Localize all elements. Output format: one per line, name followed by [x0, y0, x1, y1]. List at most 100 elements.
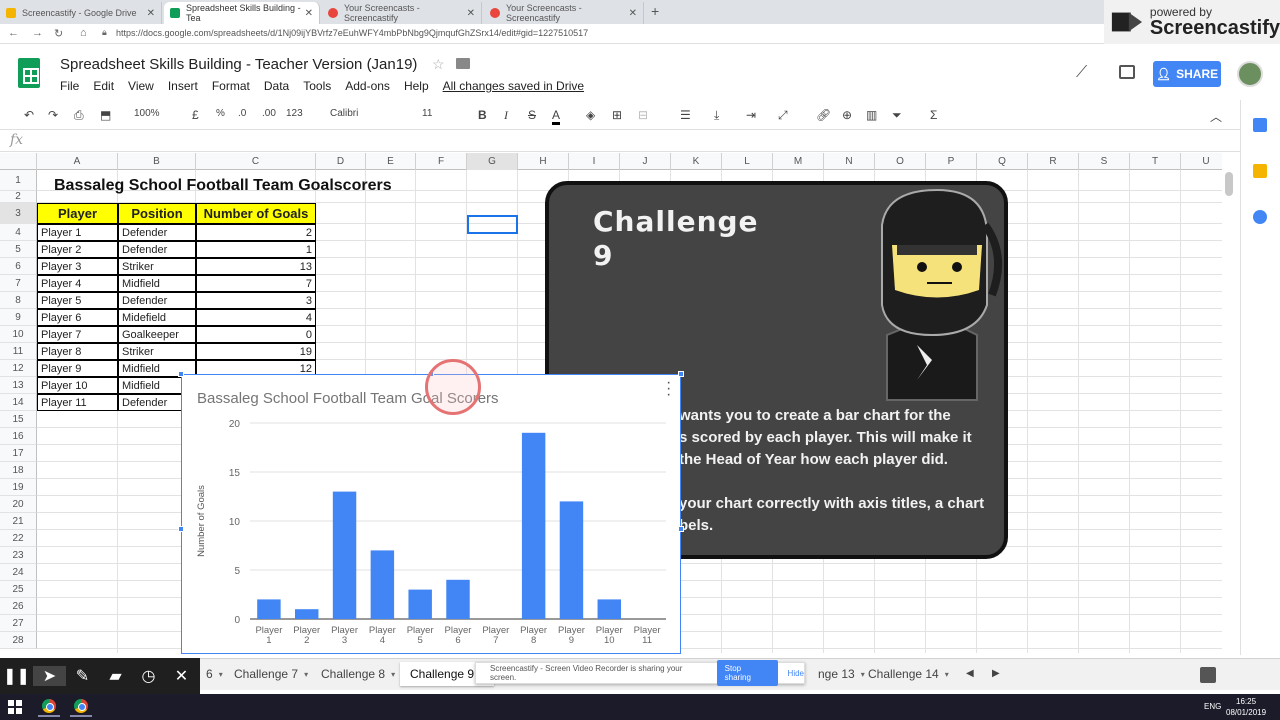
column-header[interactable]: F: [416, 153, 467, 170]
row-header[interactable]: 12: [0, 360, 37, 377]
row-header[interactable]: 26: [0, 598, 37, 615]
cell[interactable]: Player 3: [37, 258, 118, 275]
pen-tool-icon[interactable]: ✎: [66, 666, 99, 686]
cell[interactable]: Player 5: [37, 292, 118, 309]
column-header[interactable]: O: [875, 153, 926, 170]
row-header[interactable]: 10: [0, 326, 37, 343]
stop-sharing-button[interactable]: Stop sharing: [716, 660, 778, 686]
percent-format-button[interactable]: %: [216, 108, 225, 119]
reload-icon[interactable]: ↻: [54, 27, 63, 40]
keep-icon[interactable]: [1253, 164, 1267, 178]
row-header[interactable]: 13: [0, 377, 37, 394]
cell[interactable]: Position: [118, 203, 196, 224]
cell[interactable]: 1: [196, 241, 316, 258]
column-header[interactable]: B: [118, 153, 196, 170]
cell[interactable]: 7: [196, 275, 316, 292]
avatar[interactable]: [1237, 61, 1263, 87]
row-header[interactable]: 14: [0, 394, 37, 411]
language-indicator[interactable]: ENG: [1204, 702, 1221, 711]
cell[interactable]: 2: [196, 224, 316, 241]
redo-icon[interactable]: ↷: [48, 108, 58, 122]
vertical-align-icon[interactable]: ⤓: [714, 108, 719, 123]
italic-icon[interactable]: I: [504, 108, 508, 123]
fill-color-icon[interactable]: ◈: [586, 108, 595, 122]
scroll-tabs-left-icon[interactable]: ◀: [966, 668, 974, 679]
cell[interactable]: Player 4: [37, 275, 118, 292]
filter-icon[interactable]: ⏷: [892, 108, 902, 123]
browser-tab[interactable]: Your Screencasts - Screencastify ✕: [322, 2, 482, 24]
cell[interactable]: Striker: [118, 258, 196, 275]
column-header[interactable]: N: [824, 153, 875, 170]
chart-icon[interactable]: ▥: [866, 108, 877, 122]
column-header[interactable]: Q: [977, 153, 1028, 170]
column-header[interactable]: U: [1181, 153, 1222, 170]
row-header[interactable]: 6: [0, 258, 37, 275]
column-header[interactable]: M: [773, 153, 824, 170]
comment-icon[interactable]: ⊕: [842, 108, 852, 122]
close-icon[interactable]: ✕: [147, 8, 155, 19]
column-header[interactable]: D: [316, 153, 366, 170]
menu-file[interactable]: File: [60, 79, 79, 93]
new-tab-icon[interactable]: +: [651, 3, 659, 19]
row-header[interactable]: 25: [0, 581, 37, 598]
sheets-logo-icon[interactable]: [18, 58, 40, 88]
menu-addons[interactable]: Add-ons: [345, 79, 390, 93]
paint-format-icon[interactable]: ⬒: [100, 108, 111, 122]
cursor-tool-icon[interactable]: ➤: [33, 666, 66, 686]
cell[interactable]: Defender: [118, 224, 196, 241]
increase-decimal-button[interactable]: .00: [262, 108, 276, 119]
row-header[interactable]: 9: [0, 309, 37, 326]
menu-data[interactable]: Data: [264, 79, 289, 93]
timer-icon[interactable]: ◷: [132, 666, 165, 686]
back-icon[interactable]: ←: [8, 27, 19, 39]
sheet-tab[interactable]: Challenge 14 ▾: [858, 662, 959, 686]
cell[interactable]: 0: [196, 326, 316, 343]
column-header[interactable]: L: [722, 153, 773, 170]
row-header[interactable]: 16: [0, 428, 37, 445]
row-header[interactable]: 7: [0, 275, 37, 292]
row-header[interactable]: 22: [0, 530, 37, 547]
column-header[interactable]: C: [196, 153, 316, 170]
more-formats-button[interactable]: 123: [286, 108, 303, 119]
row-header[interactable]: 24: [0, 564, 37, 581]
cell[interactable]: Player 1: [37, 224, 118, 241]
row-header[interactable]: 3: [0, 203, 37, 224]
font-select[interactable]: Calibri: [330, 108, 358, 119]
cell[interactable]: 4: [196, 309, 316, 326]
formula-bar[interactable]: fx: [0, 130, 1240, 152]
link-icon[interactable]: 🔗︎: [816, 108, 831, 122]
select-all-corner[interactable]: [0, 153, 37, 170]
functions-icon[interactable]: Σ: [930, 108, 937, 122]
menu-insert[interactable]: Insert: [168, 79, 198, 93]
close-icon[interactable]: ✕: [305, 8, 313, 19]
star-icon[interactable]: ☆: [432, 56, 445, 73]
currency-format-button[interactable]: £: [192, 108, 199, 122]
column-header[interactable]: P: [926, 153, 977, 170]
selected-cell[interactable]: [467, 215, 518, 234]
row-header[interactable]: 5: [0, 241, 37, 258]
home-icon[interactable]: ⌂: [80, 27, 87, 39]
resize-handle[interactable]: [178, 371, 184, 377]
browser-tab[interactable]: Screencastify - Google Drive ✕: [0, 2, 162, 24]
column-header[interactable]: H: [518, 153, 569, 170]
row-header[interactable]: 2: [0, 191, 37, 203]
strikethrough-icon[interactable]: S: [528, 108, 536, 122]
row-header[interactable]: 19: [0, 479, 37, 496]
bold-icon[interactable]: B: [478, 108, 487, 122]
browser-tab[interactable]: Your Screencasts - Screencastify ✕: [484, 2, 644, 24]
cell[interactable]: Player 6: [37, 309, 118, 326]
cell[interactable]: Number of Goals: [196, 203, 316, 224]
url-field[interactable]: https://docs.google.com/spreadsheets/d/1…: [116, 28, 588, 38]
eraser-tool-icon[interactable]: ▰: [99, 666, 132, 686]
scroll-tabs-right-icon[interactable]: ▶: [992, 668, 1000, 679]
row-header[interactable]: 27: [0, 615, 37, 632]
cell[interactable]: 13: [196, 258, 316, 275]
zoom-select[interactable]: 100%: [134, 108, 160, 119]
sheet-tab[interactable]: Challenge 7 ▾: [224, 662, 318, 686]
cell[interactable]: Goalkeeper: [118, 326, 196, 343]
menu-tools[interactable]: Tools: [303, 79, 331, 93]
tab-dropdown-icon[interactable]: ▾: [391, 670, 395, 679]
cell[interactable]: Player 7: [37, 326, 118, 343]
share-button[interactable]: 👤︎ SHARE: [1153, 61, 1221, 87]
font-size-select[interactable]: 11: [422, 108, 432, 119]
